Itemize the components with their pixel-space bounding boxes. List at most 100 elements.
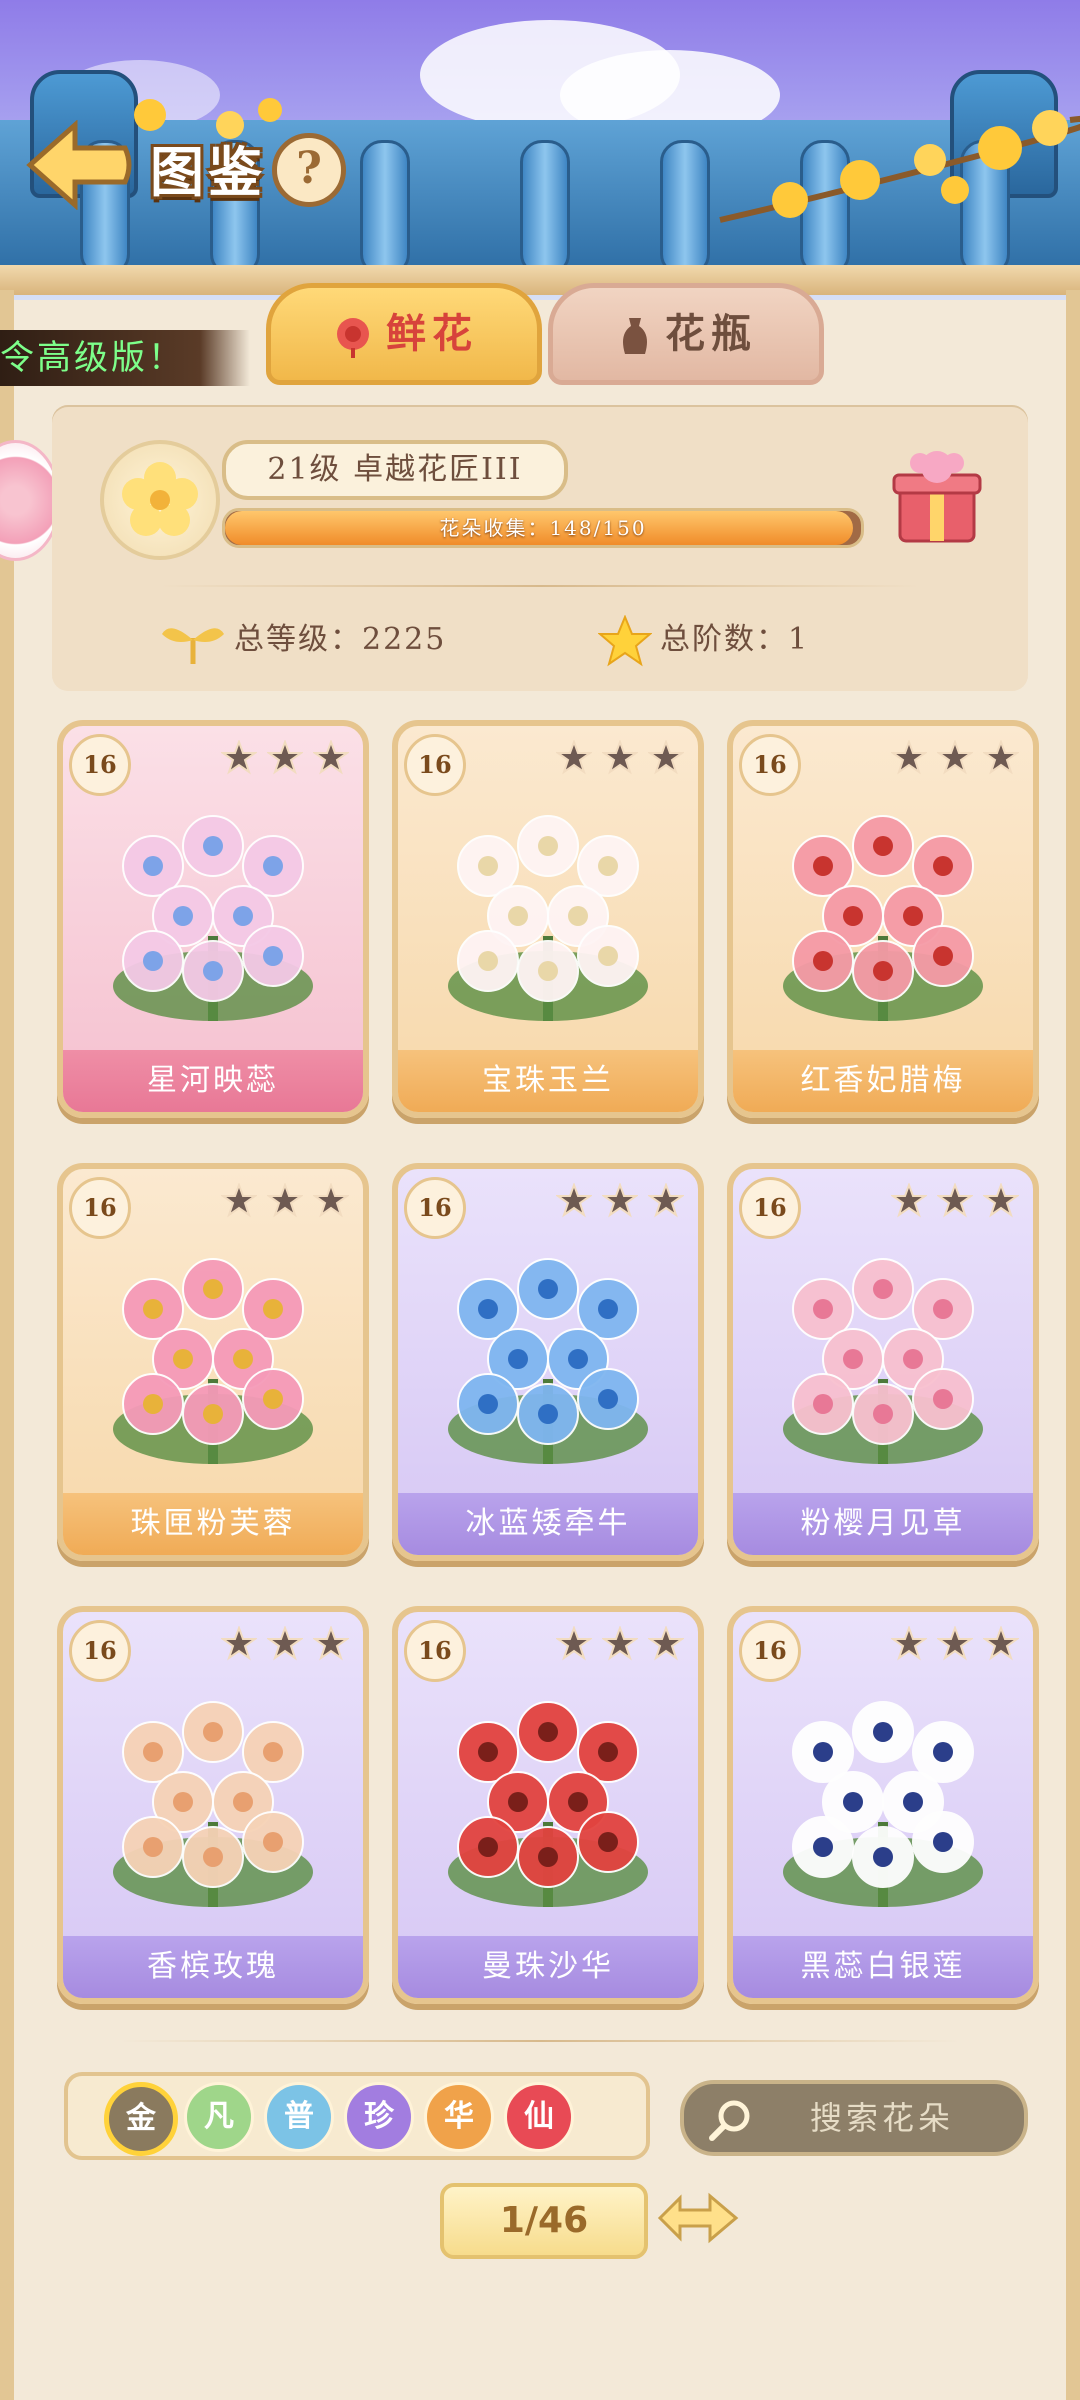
star-icon: [598, 615, 652, 667]
star-icon: [221, 1626, 257, 1661]
page-indicator: 1/46: [440, 2183, 648, 2259]
level-title: 21级 卓越花匠III: [222, 440, 568, 500]
page-title: 图鉴: [150, 140, 266, 204]
card-flower-name: 香槟玫瑰: [63, 1936, 363, 1998]
premium-banner[interactable]: 令高级版！: [0, 330, 250, 386]
card-star-rating: [221, 1626, 349, 1662]
yellow-flower-icon: [122, 462, 198, 536]
star-icon: [648, 1626, 684, 1661]
search-input[interactable]: 搜索花朵: [680, 2080, 1028, 2156]
star-icon: [648, 1183, 684, 1218]
total-stage-text: 总阶数：1: [660, 622, 810, 657]
card-star-rating: [556, 1183, 684, 1219]
flower-card[interactable]: 16 冰蓝矮牵牛: [392, 1163, 704, 1561]
star-icon: [267, 1183, 303, 1218]
collection-progress-bar: 花朵收集：148/150: [222, 508, 864, 548]
card-flower-name: 冰蓝矮牵牛: [398, 1493, 698, 1555]
star-icon: [891, 1183, 927, 1218]
star-icon: [556, 740, 592, 775]
help-button[interactable]: ?: [272, 133, 346, 207]
card-star-rating: [221, 740, 349, 776]
card-star-rating: [891, 1626, 1019, 1662]
roof-tile: [520, 140, 570, 276]
flower-card[interactable]: 16 红香妃腊梅: [727, 720, 1039, 1118]
back-arrow-icon[interactable]: [25, 120, 135, 210]
frame-left: [0, 290, 14, 2400]
roof-tile: [360, 140, 410, 276]
blossom-branch-decoration: [719, 110, 1080, 223]
flower-card[interactable]: 16 星河映蕊: [57, 720, 369, 1118]
flower-card[interactable]: 16 宝珠玉兰: [392, 720, 704, 1118]
card-flower-name: 黑蕊白银莲: [733, 1936, 1033, 1998]
flower-card[interactable]: 16 黑蕊白银莲: [727, 1606, 1039, 2004]
total-level-text: 总等级：2225: [234, 622, 447, 657]
star-icon: [267, 1626, 303, 1661]
flower-card[interactable]: 16 香槟玫瑰: [57, 1606, 369, 2004]
star-icon: [556, 1626, 592, 1661]
flower-illustration: [113, 815, 313, 1021]
search-icon: [709, 2100, 750, 2141]
total-level: 总等级：2225: [160, 615, 446, 665]
star-icon: [891, 1626, 927, 1661]
wooden-beam: [0, 265, 1080, 295]
star-icon: [937, 1183, 973, 1218]
flower-illustration: [448, 815, 648, 1021]
flower-card[interactable]: 16 曼珠沙华: [392, 1606, 704, 2004]
rarity-filter-button[interactable]: 凡: [184, 2082, 254, 2152]
rose-icon: [337, 318, 369, 358]
star-icon: [983, 1626, 1019, 1661]
tab-vases[interactable]: 花瓶: [548, 283, 824, 385]
star-icon: [983, 740, 1019, 775]
star-icon: [313, 1183, 349, 1218]
star-icon: [983, 1183, 1019, 1218]
sprout-icon: [162, 628, 224, 664]
tab-vases-label: 花瓶: [665, 310, 757, 357]
card-flower-name: 曼珠沙华: [398, 1936, 698, 1998]
card-star-rating: [556, 1626, 684, 1662]
card-flower-name: 宝珠玉兰: [398, 1050, 698, 1112]
card-star-rating: [891, 740, 1019, 776]
star-icon: [648, 740, 684, 775]
total-stage: 总阶数：1: [598, 615, 810, 667]
search-placeholder: 搜索花朵: [810, 2099, 955, 2137]
star-icon: [602, 740, 638, 775]
star-icon: [313, 740, 349, 775]
vase-icon: [623, 318, 647, 354]
next-page-arrow-icon[interactable]: [650, 2188, 740, 2248]
star-icon: [221, 1183, 257, 1218]
rarity-filter-button[interactable]: 普: [264, 2082, 334, 2152]
bottom-divider: [120, 2040, 960, 2042]
rarity-filter-button[interactable]: 金: [104, 2082, 178, 2156]
star-icon: [221, 740, 257, 775]
flower-illustration: [448, 1258, 648, 1464]
rarity-filter-button[interactable]: 仙: [504, 2082, 574, 2152]
flower-illustration: [783, 1258, 983, 1464]
star-icon: [937, 1626, 973, 1661]
level-badge: [100, 440, 220, 560]
card-flower-name: 星河映蕊: [63, 1050, 363, 1112]
star-icon: [313, 1626, 349, 1661]
card-star-rating: [221, 1183, 349, 1219]
flower-illustration: [113, 1258, 313, 1464]
card-flower-name: 粉樱月见草: [733, 1493, 1033, 1555]
card-star-rating: [556, 740, 684, 776]
rarity-filter-button[interactable]: 华: [424, 2082, 494, 2152]
panel-divider: [160, 585, 920, 587]
flower-card[interactable]: 16 珠匣粉芙蓉: [57, 1163, 369, 1561]
star-icon: [267, 740, 303, 775]
flower-illustration: [783, 815, 983, 1021]
collection-progress-text: 花朵收集：148/150: [439, 516, 647, 540]
frame-right: [1066, 290, 1080, 2400]
flower-illustration: [448, 1701, 648, 1907]
flower-card[interactable]: 16 粉樱月见草: [727, 1163, 1039, 1561]
card-star-rating: [891, 1183, 1019, 1219]
star-icon: [937, 740, 973, 775]
tab-flowers[interactable]: 鲜花: [266, 283, 542, 385]
flower-illustration: [783, 1701, 983, 1907]
star-icon: [891, 740, 927, 775]
tab-flowers-label: 鲜花: [386, 310, 478, 357]
flower-illustration: [113, 1701, 313, 1907]
gift-box-icon[interactable]: [890, 445, 984, 545]
card-flower-name: 珠匣粉芙蓉: [63, 1493, 363, 1555]
rarity-filter-button[interactable]: 珍: [344, 2082, 414, 2152]
